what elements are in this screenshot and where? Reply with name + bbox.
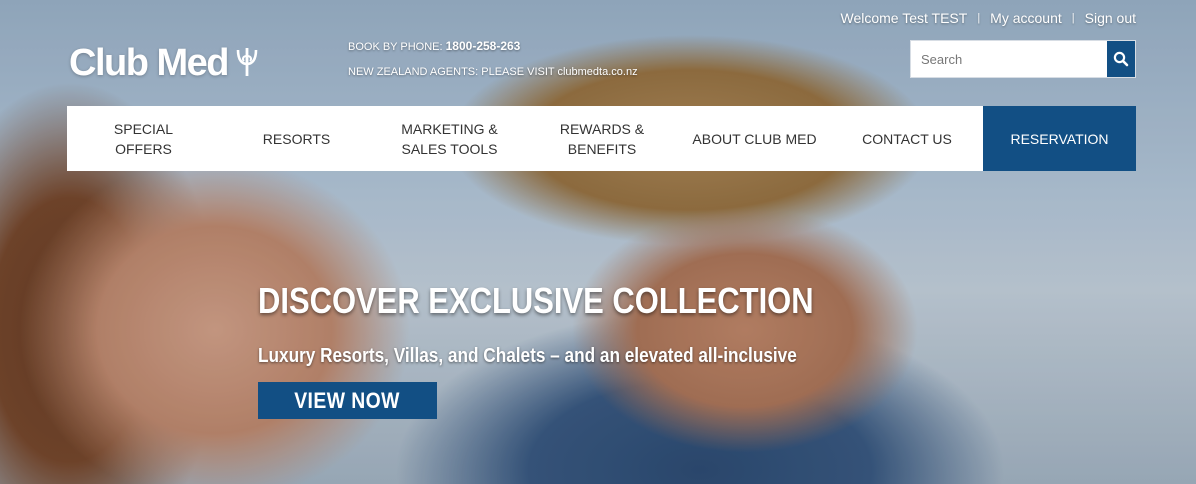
hero-subtitle: Luxury Resorts, Villas, and Chalets – an… [258, 345, 797, 367]
nav-label: REWARDS & BENEFITS [559, 120, 645, 157]
nav-resorts[interactable]: RESORTS [220, 106, 373, 171]
phone-number[interactable]: 1800-258-263 [446, 39, 521, 53]
nav-label: MARKETING & SALES TOOLS [401, 120, 498, 157]
separator: | [1071, 12, 1075, 24]
search-input[interactable] [911, 41, 1107, 77]
nav-contact-us[interactable]: CONTACT US [831, 106, 983, 171]
nav-rewards-benefits[interactable]: REWARDS & BENEFITS [526, 106, 678, 171]
contact-info: BOOK BY PHONE: 1800-258-263 NEW ZEALAND … [348, 39, 638, 79]
nav-special-offers[interactable]: SPECIAL OFFERS [67, 106, 220, 171]
nav-about-club-med[interactable]: ABOUT CLUB MED [678, 106, 831, 171]
my-account-link[interactable]: My account [990, 10, 1062, 26]
nav-label: ABOUT CLUB MED [692, 130, 817, 147]
nav-label: SPECIAL OFFERS [113, 120, 174, 157]
hero-title: DISCOVER EXCLUSIVE COLLECTION [258, 280, 814, 321]
search-icon [1113, 51, 1129, 67]
nav-label: CONTACT US [862, 130, 952, 147]
utility-bar: Welcome Test TEST | My account | Sign ou… [840, 9, 1136, 27]
nz-agents-notice[interactable]: NEW ZEALAND AGENTS: PLEASE VISIT clubmed… [348, 66, 638, 78]
separator: | [977, 12, 981, 24]
view-now-button[interactable]: VIEW NOW [258, 382, 437, 419]
main-nav: SPECIAL OFFERS RESORTS MARKETING & SALES… [67, 106, 1136, 171]
cta-label: VIEW NOW [294, 387, 401, 413]
nav-reservation[interactable]: RESERVATION [983, 106, 1136, 171]
logo-wordmark: Club Med [69, 42, 229, 84]
book-by-phone-label: BOOK BY PHONE: [348, 41, 443, 53]
trident-icon [236, 48, 258, 76]
sign-out-link[interactable]: Sign out [1085, 10, 1136, 26]
search-box [910, 40, 1136, 78]
nav-marketing-sales-tools[interactable]: MARKETING & SALES TOOLS [373, 106, 526, 171]
club-med-logo[interactable]: Club Med [69, 43, 260, 83]
nav-label: RESORTS [262, 130, 331, 147]
welcome-text: Welcome Test TEST [840, 10, 968, 26]
nav-label: RESERVATION [1010, 130, 1109, 147]
search-button[interactable] [1107, 41, 1135, 77]
